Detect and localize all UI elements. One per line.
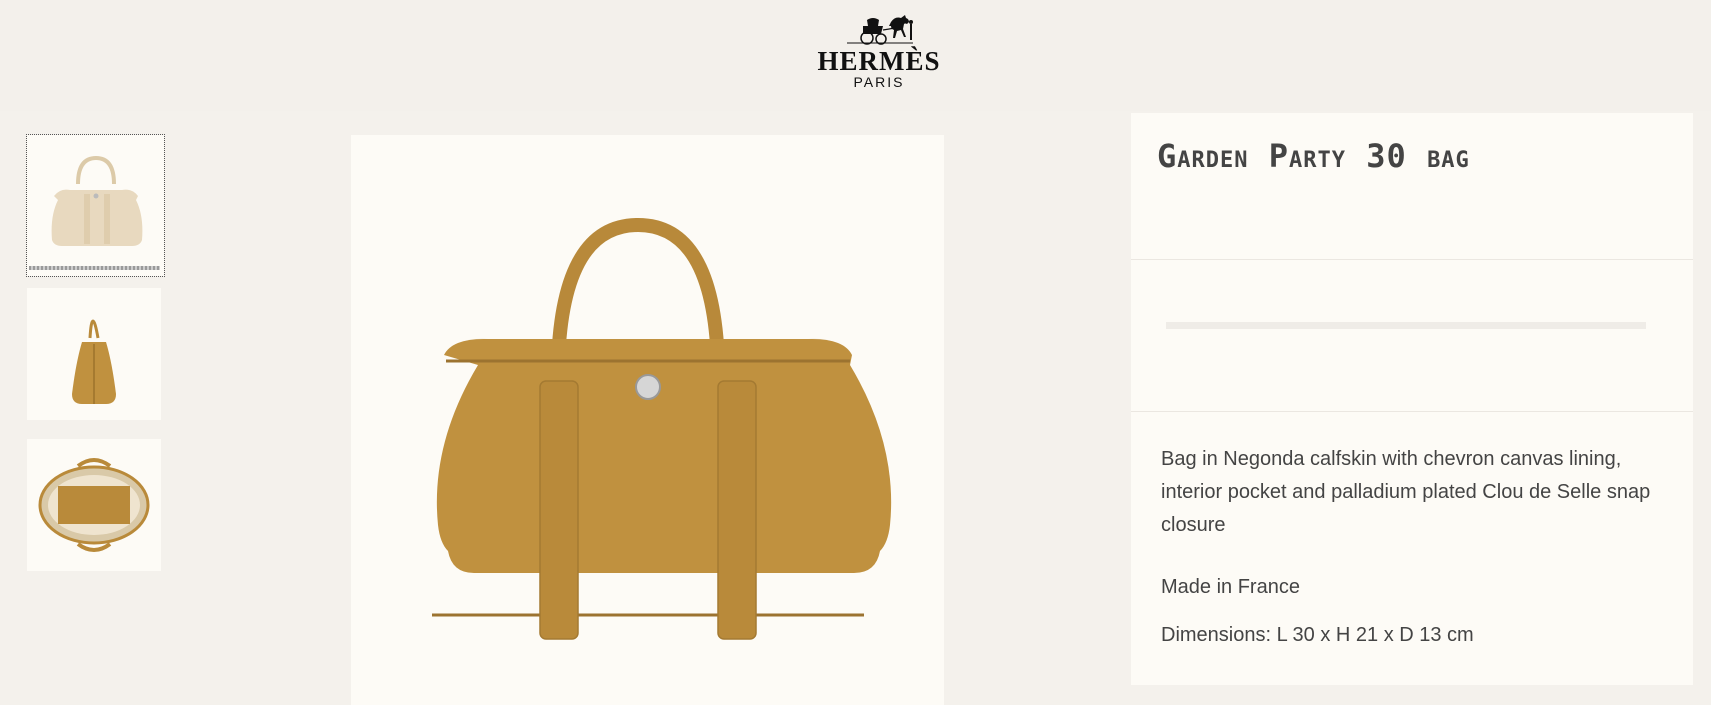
thumbnail-front[interactable] — [26, 134, 165, 277]
divider — [1131, 411, 1693, 412]
bag-top-thumbnail-image — [38, 458, 150, 552]
bag-front-thumbnail-image — [51, 155, 142, 246]
bag-side-thumbnail-image — [72, 319, 116, 404]
price-loading-placeholder — [1166, 322, 1646, 329]
product-dimensions: Dimensions: L 30 x H 21 x D 13 cm — [1161, 624, 1474, 646]
brand-name: HERMÈS — [817, 46, 941, 76]
brand-city: PARIS — [853, 74, 905, 90]
product-title: Garden Party 30 bag — [1157, 137, 1470, 175]
thumbnail-top[interactable] — [27, 439, 161, 571]
main-product-image[interactable] — [351, 135, 944, 705]
thumbnail-side[interactable] — [27, 288, 161, 420]
product-info-panel: Garden Party 30 bag Bag in Negonda calfs… — [1131, 113, 1693, 685]
horse-carriage-icon — [847, 15, 913, 45]
brand-logo[interactable]: HERMÈS PARIS — [814, 12, 944, 92]
divider — [1131, 259, 1693, 260]
product-origin: Made in France — [1161, 576, 1300, 598]
bag-main-image — [431, 217, 891, 640]
site-header: HERMÈS PARIS — [0, 0, 1711, 111]
product-description: Bag in Negonda calfskin with chevron can… — [1161, 448, 1651, 536]
